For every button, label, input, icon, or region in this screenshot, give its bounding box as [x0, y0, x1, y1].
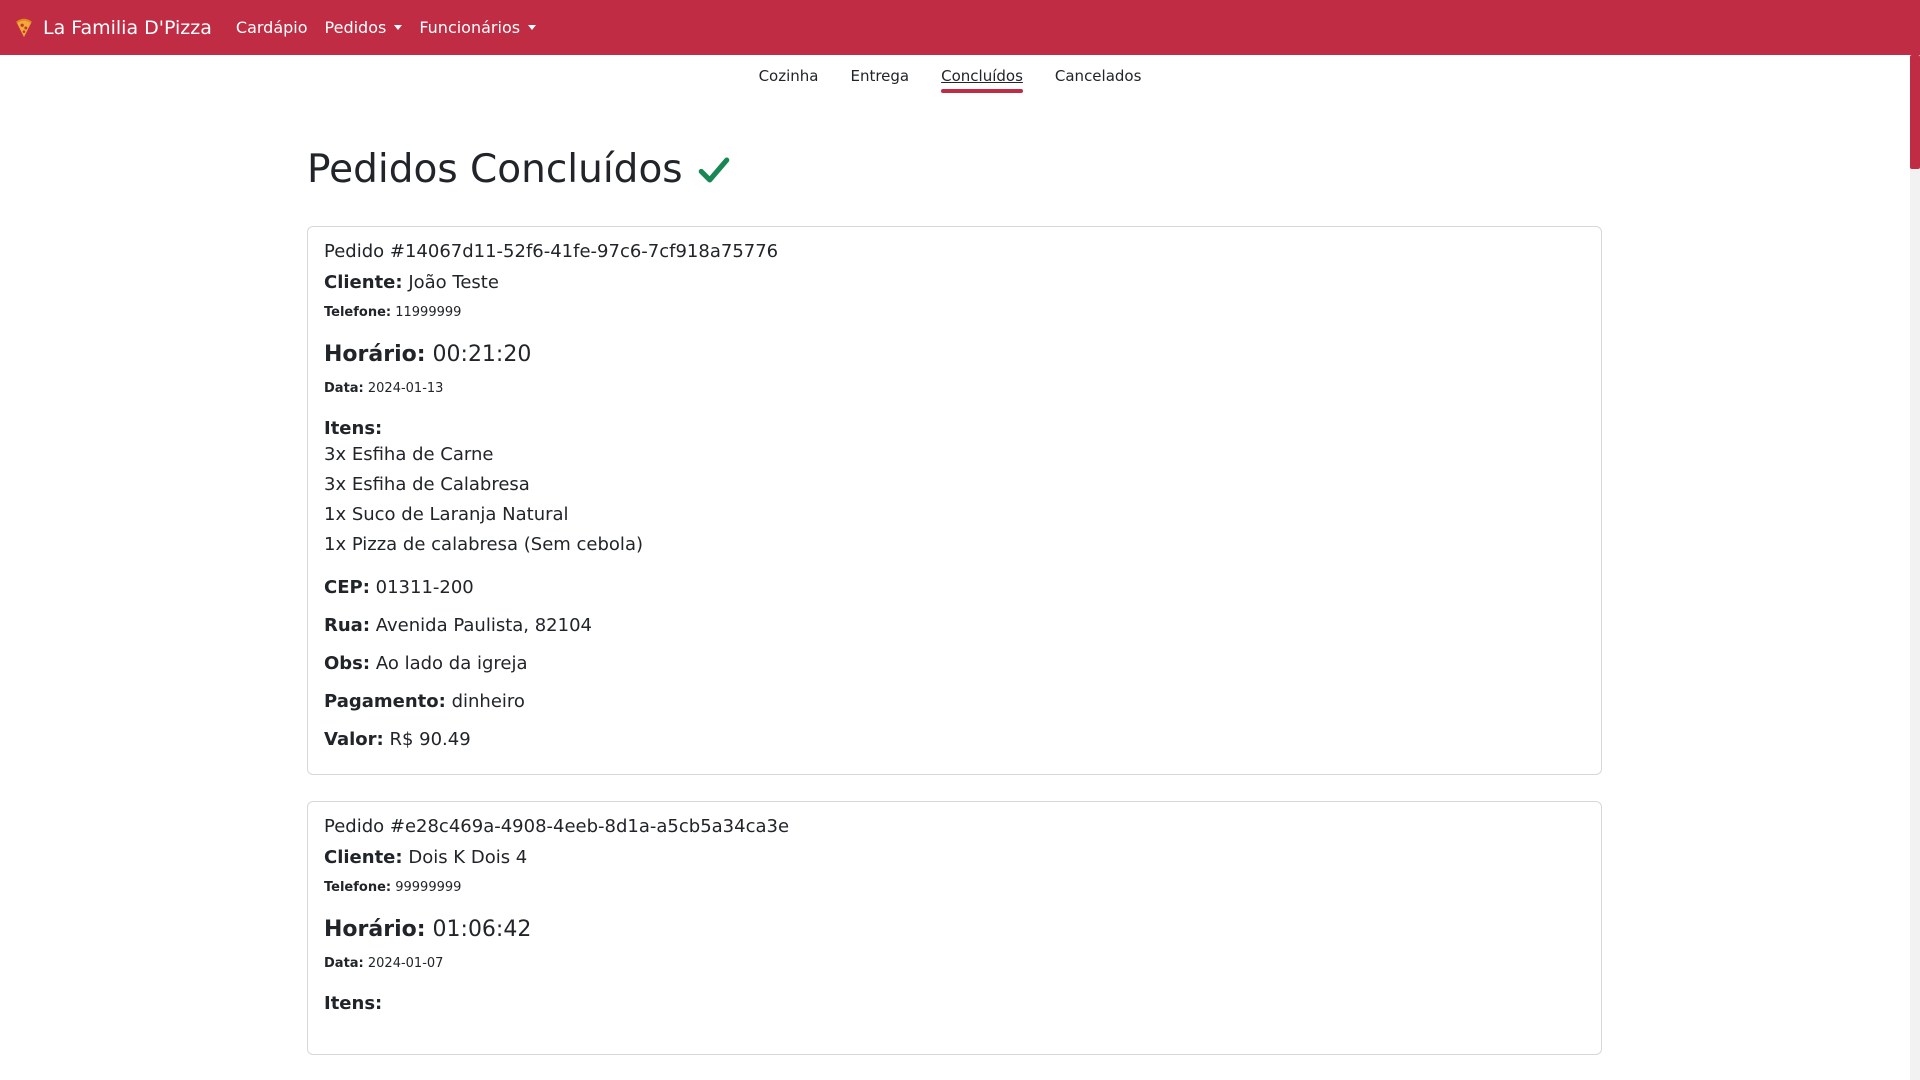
- phone-value: 99999999: [395, 880, 462, 895]
- caret-down-icon: [528, 25, 537, 30]
- order-time: Horário: 00:21:20: [324, 342, 1585, 367]
- phone-label: Telefone:: [324, 880, 392, 895]
- order-item: 3x Esfiha de Carne: [324, 444, 494, 465]
- page-scrollbar-track[interactable]: [1910, 55, 1920, 1080]
- items-label: Itens:: [324, 418, 383, 439]
- date-label: Data:: [324, 381, 364, 396]
- total-value: R$ 90.49: [389, 729, 471, 750]
- notes-label: Obs:: [324, 653, 371, 674]
- order-item: 3x Esfiha de Calabresa: [324, 474, 530, 495]
- client-value: João Teste: [408, 272, 499, 293]
- order-card: Pedido #e28c469a-4908-4eeb-8d1a-a5cb5a34…: [307, 801, 1602, 1055]
- top-navbar: La Familia D'Pizza Cardápio Pedidos Func…: [0, 0, 1920, 55]
- order-date: Data: 2024-01-13: [324, 381, 1585, 396]
- order-payment: Pagamento: dinheiro: [324, 689, 1585, 714]
- order-phone: Telefone: 99999999: [324, 880, 1585, 895]
- order-date: Data: 2024-01-07: [324, 956, 1585, 971]
- nav-link-label: Funcionários: [419, 18, 521, 37]
- order-item: 1x Suco de Laranja Natural: [324, 504, 569, 525]
- order-total: Valor: R$ 90.49: [324, 727, 1585, 752]
- cep-value: 01311-200: [375, 577, 474, 598]
- nav-link-label: Pedidos: [324, 18, 387, 37]
- time-value: 01:06:42: [432, 917, 532, 942]
- order-cep: CEP: 01311-200: [324, 575, 1585, 600]
- caret-down-icon: [394, 25, 403, 30]
- client-label: Cliente:: [324, 847, 403, 868]
- order-item: 1x Pizza de calabresa (Sem cebola): [324, 534, 643, 555]
- page-title: Pedidos Concluídos: [307, 147, 683, 192]
- order-client: Cliente: João Teste: [324, 272, 1585, 293]
- pizza-logo-icon: [16, 18, 32, 37]
- tab-cancelados[interactable]: Cancelados: [1055, 67, 1142, 85]
- client-label: Cliente:: [324, 272, 403, 293]
- order-client: Cliente: Dois K Dois 4: [324, 847, 1585, 868]
- page-scrollbar-thumb[interactable]: [1910, 55, 1920, 169]
- nav-cardapio-link[interactable]: Cardápio: [236, 18, 308, 37]
- page-title-row: Pedidos Concluídos: [307, 140, 1602, 200]
- tab-cozinha[interactable]: Cozinha: [759, 67, 819, 85]
- street-value: Avenida Paulista, 82104: [375, 615, 592, 636]
- tab-concluidos[interactable]: Concluídos: [941, 67, 1023, 93]
- total-label: Valor:: [324, 729, 384, 750]
- order-street: Rua: Avenida Paulista, 82104: [324, 613, 1585, 638]
- nav-pedidos-dropdown[interactable]: Pedidos: [325, 18, 403, 37]
- nav-funcionarios-dropdown[interactable]: Funcionários: [419, 18, 537, 37]
- brand-name: La Familia D'Pizza: [43, 16, 212, 39]
- phone-label: Telefone:: [324, 305, 392, 320]
- order-title: Pedido #14067d11-52f6-41fe-97c6-7cf918a7…: [324, 241, 779, 262]
- items-label: Itens:: [324, 993, 383, 1014]
- nav-link-label: Cardápio: [235, 18, 308, 37]
- main-content: Pedidos Concluídos Pedido #14067d11-52f6…: [307, 140, 1602, 1055]
- check-icon: [698, 157, 729, 183]
- time-label: Horário:: [324, 917, 426, 942]
- order-phone: Telefone: 11999999: [324, 305, 1585, 320]
- notes-value: Ao lado da igreja: [375, 653, 528, 674]
- orders-status-tabs: Cozinha Entrega Concluídos Cancelados: [0, 55, 1900, 97]
- date-label: Data:: [324, 956, 364, 971]
- brand-link[interactable]: La Familia D'Pizza: [13, 17, 212, 39]
- payment-label: Pagamento:: [324, 691, 446, 712]
- order-items: Itens: 3x Esfiha de Carne 3x Esfiha de C…: [324, 418, 1585, 557]
- client-value: Dois K Dois 4: [408, 847, 528, 868]
- date-value: 2024-01-07: [367, 956, 444, 971]
- cep-label: CEP:: [324, 577, 370, 598]
- order-notes: Obs: Ao lado da igreja: [324, 651, 1585, 676]
- order-time: Horário: 01:06:42: [324, 917, 1585, 942]
- date-value: 2024-01-13: [367, 381, 444, 396]
- tab-entrega[interactable]: Entrega: [850, 67, 909, 85]
- phone-value: 11999999: [395, 305, 462, 320]
- time-value: 00:21:20: [432, 342, 532, 367]
- order-items: Itens:: [324, 993, 1585, 1014]
- time-label: Horário:: [324, 342, 426, 367]
- order-card: Pedido #14067d11-52f6-41fe-97c6-7cf918a7…: [307, 226, 1602, 775]
- street-label: Rua:: [324, 615, 371, 636]
- payment-value: dinheiro: [451, 691, 525, 712]
- order-title: Pedido #e28c469a-4908-4eeb-8d1a-a5cb5a34…: [324, 816, 790, 837]
